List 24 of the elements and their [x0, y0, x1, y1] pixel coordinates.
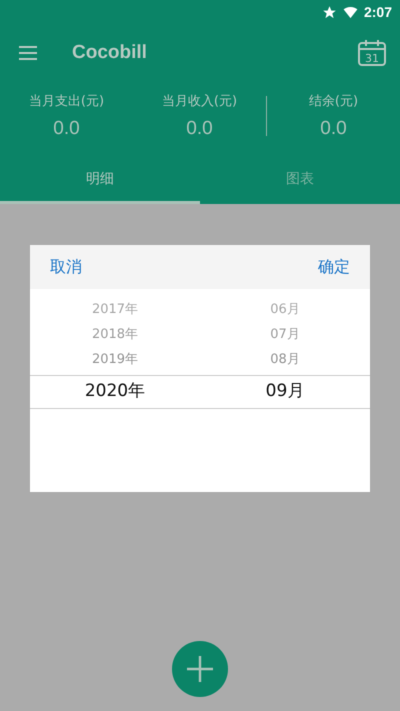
- summary-value: 0.0: [320, 118, 347, 140]
- summary-value: 0.0: [186, 118, 213, 140]
- cancel-button[interactable]: 取消: [50, 252, 82, 282]
- tab[interactable]: 图表: [200, 162, 400, 204]
- picker-option[interactable]: 08月: [270, 347, 300, 372]
- picker-option[interactable]: 2020年: [84, 374, 146, 408]
- calendar-icon[interactable]: 31: [358, 40, 386, 66]
- summary-label: 结余(元): [308, 93, 358, 110]
- summary-label: 当月支出(元): [28, 93, 104, 110]
- confirm-button[interactable]: 确定: [318, 252, 350, 282]
- picker-option[interactable]: 2017年: [92, 297, 138, 322]
- menu-icon[interactable]: [19, 46, 37, 60]
- wifi-icon: [342, 4, 358, 20]
- plus-icon: [187, 656, 213, 682]
- picker-option[interactable]: 07月: [270, 322, 300, 347]
- picker-option[interactable]: 06月: [270, 297, 300, 322]
- summary-value: 0.0: [53, 118, 80, 140]
- status-time: 2:07: [364, 4, 392, 20]
- star-icon: [322, 4, 337, 20]
- picker-option[interactable]: 2018年: [92, 322, 138, 347]
- summary-label: 当月收入(元): [162, 93, 238, 110]
- picker-option[interactable]: 09月: [266, 374, 304, 408]
- picker-option[interactable]: 2019年: [92, 347, 138, 372]
- app-title: Cocobill: [72, 42, 148, 64]
